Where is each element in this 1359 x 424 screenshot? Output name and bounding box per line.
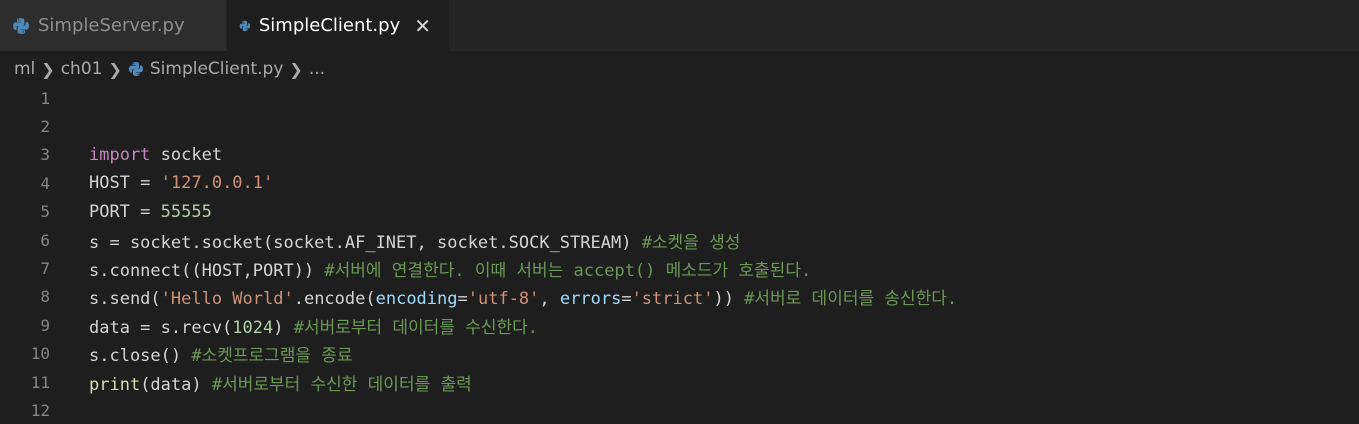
code-line[interactable]: 5 PORT = 55555 xyxy=(0,198,1359,226)
chevron-right-icon: ❯ xyxy=(41,59,55,79)
close-icon[interactable]: ✕ xyxy=(414,16,431,36)
code-line[interactable]: 9 data = s.recv(1024) #서버로부터 데이터를 수신한다. xyxy=(0,311,1359,339)
tab-bar-empty-space xyxy=(450,0,1359,51)
code-token: 1024 xyxy=(232,317,274,338)
code-text: s.send('Hello World'.encode(encoding='ut… xyxy=(89,284,957,309)
code-line[interactable]: 6 s = socket.socket(socket.AF_INET, socke… xyxy=(0,226,1359,254)
code-text: PORT = 55555 xyxy=(89,202,212,222)
breadcrumb-item-ml[interactable]: ml xyxy=(14,59,35,79)
code-token: ) xyxy=(273,317,294,338)
code-token: encoding xyxy=(375,289,458,310)
code-token: #서버에 연결한다. 이때 서버는 accept() 메소드가 호출된다. xyxy=(324,260,812,281)
code-token: errors xyxy=(559,289,622,310)
code-token: )) xyxy=(713,289,745,310)
tab-simpleclient[interactable]: SimpleClient.py ✕ xyxy=(227,0,450,51)
code-token: '127.0.0.1' xyxy=(160,173,274,194)
tab-label: SimpleServer.py xyxy=(38,15,185,36)
code-token: 'utf-8' xyxy=(467,289,540,310)
line-number: 2 xyxy=(40,116,50,136)
code-token: , xyxy=(539,289,560,310)
tab-label: SimpleClient.py xyxy=(258,15,401,36)
code-token: print xyxy=(89,374,141,395)
code-line[interactable]: 10 s.close() #소켓프로그램을 종료 xyxy=(0,340,1359,368)
code-token: s.send( xyxy=(89,289,161,310)
line-number: 4 xyxy=(40,173,50,193)
code-text: data = s.recv(1024) #서버로부터 데이터를 수신한다. xyxy=(89,313,538,338)
code-token: #서버로부터 데이터를 수신한다. xyxy=(293,317,538,338)
code-token: socket xyxy=(150,144,223,165)
code-token: s.connect((HOST,PORT)) xyxy=(89,260,325,281)
code-text: print(data) #서버로부터 수신한 데이터를 출력 xyxy=(89,370,472,395)
code-token: #소켓을 생성 xyxy=(641,232,741,253)
code-token: PORT = xyxy=(89,201,161,222)
code-text: s.close() #소켓프로그램을 종료 xyxy=(89,341,353,366)
code-token: 'strict' xyxy=(631,289,714,310)
line-number: 6 xyxy=(40,230,50,250)
code-line[interactable]: 3 import socket xyxy=(0,141,1359,169)
line-number: 5 xyxy=(40,202,50,222)
code-line[interactable]: 8 s.send('Hello World'.encode(encoding='u… xyxy=(0,283,1359,311)
code-line[interactable]: 12 xyxy=(0,396,1359,424)
line-number: 1 xyxy=(40,88,50,108)
code-text: s.connect((HOST,PORT)) #서버에 연결한다. 이때 서버는… xyxy=(89,256,811,281)
code-line[interactable]: 1 xyxy=(0,84,1359,112)
code-token: data = s.recv( xyxy=(89,317,233,338)
tab-simpleserver[interactable]: SimpleServer.py xyxy=(0,0,227,51)
code-token: #서버로부터 수신한 데이터를 출력 xyxy=(211,374,472,395)
breadcrumb-item-ch01[interactable]: ch01 xyxy=(61,59,103,79)
breadcrumb: ml ❯ ch01 ❯ SimpleClient.py ❯ ... xyxy=(0,52,1359,86)
code-token: 'Hello World' xyxy=(160,289,294,310)
python-file-icon xyxy=(128,62,143,76)
line-number: 7 xyxy=(40,258,50,278)
code-token: = xyxy=(457,289,468,310)
line-number: 8 xyxy=(40,287,50,307)
breadcrumb-item-file[interactable]: SimpleClient.py xyxy=(150,59,284,79)
line-number: 9 xyxy=(40,315,50,335)
code-token: (data) xyxy=(140,374,212,395)
code-token: HOST = xyxy=(89,173,161,194)
code-line[interactable]: 11 print(data) #서버로부터 수신한 데이터를 출력 xyxy=(0,368,1359,396)
code-token: #소켓프로그램을 종료 xyxy=(191,346,353,367)
code-token: #서버로 데이터를 송신한다. xyxy=(744,289,958,310)
line-number: 12 xyxy=(30,400,50,420)
code-line[interactable]: 7 s.connect((HOST,PORT)) #서버에 연결한다. 이때 서버… xyxy=(0,254,1359,282)
python-file-icon xyxy=(239,20,251,31)
code-token: import xyxy=(89,144,151,165)
code-token: 55555 xyxy=(160,201,212,222)
code-text: s = socket.socket(socket.AF_INET, socket… xyxy=(89,228,740,253)
chevron-right-icon: ❯ xyxy=(289,59,303,79)
line-number: 11 xyxy=(30,372,50,392)
code-line[interactable]: 2 xyxy=(0,112,1359,140)
chevron-right-icon: ❯ xyxy=(108,59,122,79)
python-file-icon xyxy=(13,17,29,34)
code-text: import socket xyxy=(89,145,222,165)
code-token: = xyxy=(621,289,632,310)
code-editor[interactable]: 1 2 3 import socket 4 HOST = '127.0.0.1' 5 PORT… xyxy=(0,84,1359,420)
line-number: 3 xyxy=(40,145,50,165)
tab-bar: SimpleServer.py SimpleClient.py ✕ xyxy=(0,0,1359,52)
code-token: s = socket.socket(socket.AF_INET, socket… xyxy=(89,232,642,253)
code-token: .encode( xyxy=(293,289,376,310)
code-text: HOST = '127.0.0.1' xyxy=(89,173,273,193)
breadcrumb-item-symbols[interactable]: ... xyxy=(309,59,325,79)
code-token: s.close() xyxy=(89,346,192,367)
line-number: 10 xyxy=(30,344,50,364)
code-line[interactable]: 4 HOST = '127.0.0.1' xyxy=(0,169,1359,197)
